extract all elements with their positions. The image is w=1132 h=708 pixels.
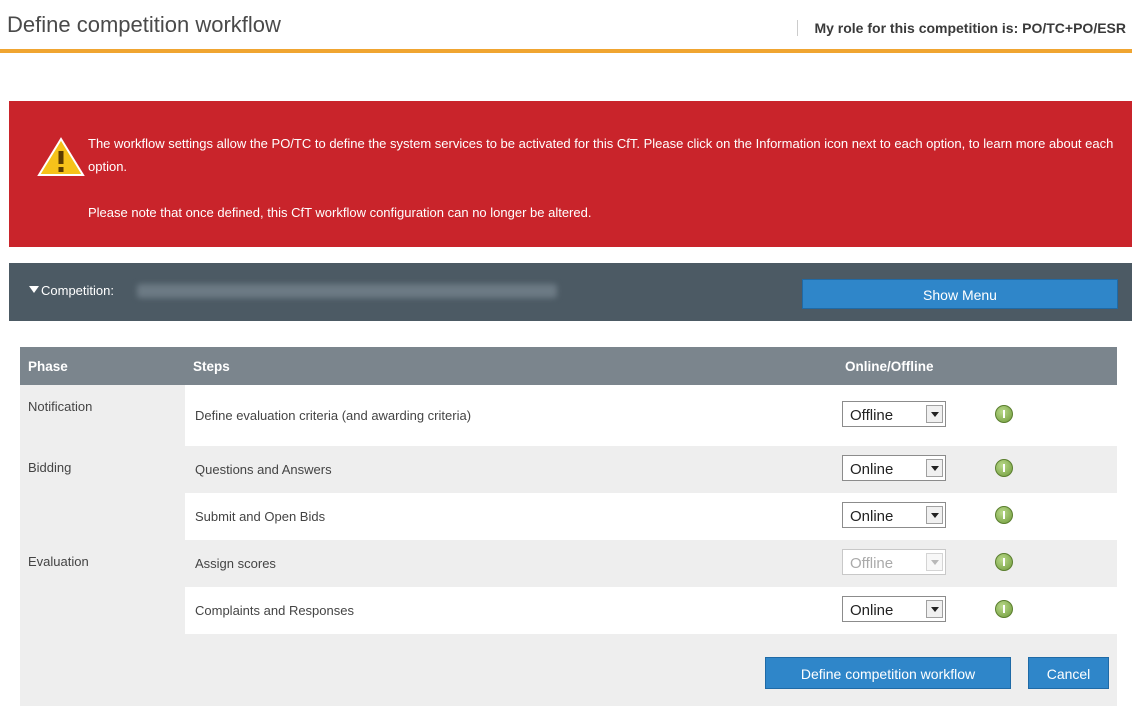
mode-select-value: Offline — [850, 407, 894, 424]
workflow-table: Phase Steps Online/Offline Notification … — [20, 347, 1117, 634]
title-divider — [0, 49, 1132, 53]
mode-cell: Offline — [837, 540, 985, 587]
workflow-alert: The workflow settings allow the PO/TC to… — [9, 101, 1132, 247]
info-cell — [985, 446, 1117, 493]
competition-label[interactable]: Competition: — [41, 283, 114, 298]
step-cell: Assign scores — [185, 540, 837, 587]
alert-note: Please note that once defined, this CfT … — [88, 205, 592, 220]
step-cell: Define evaluation criteria (and awarding… — [185, 385, 837, 446]
mode-cell: Online — [837, 587, 985, 634]
table-row: Complaints and Responses Online — [20, 587, 1117, 634]
mode-select[interactable]: Online — [842, 502, 946, 528]
competition-bar: Competition: Show Menu — [9, 263, 1132, 321]
define-workflow-button[interactable]: Define competition workflow — [765, 657, 1011, 689]
dropdown-arrow-icon[interactable] — [926, 600, 943, 618]
table-row: Evaluation Assign scores Offline — [20, 540, 1117, 634]
info-cell — [985, 587, 1117, 634]
dropdown-arrow-icon[interactable] — [926, 459, 943, 477]
caret-down-icon[interactable] — [29, 286, 39, 293]
step-cell: Complaints and Responses — [185, 587, 837, 634]
info-icon[interactable] — [995, 553, 1013, 571]
info-cell — [985, 385, 1117, 446]
column-header-online: Online/Offline — [837, 347, 1117, 385]
mode-select[interactable]: Online — [842, 455, 946, 481]
mode-select[interactable]: Online — [842, 596, 946, 622]
info-cell — [985, 540, 1117, 587]
mode-select-value: Offline — [850, 555, 894, 572]
info-icon[interactable] — [995, 600, 1013, 618]
warning-icon — [37, 137, 85, 176]
competition-name-redacted — [137, 284, 557, 298]
workflow-panel: Phase Steps Online/Offline Notification … — [20, 347, 1117, 706]
mode-cell: Online — [837, 446, 985, 493]
dropdown-arrow-icon — [926, 553, 943, 571]
table-header-row: Phase Steps Online/Offline — [20, 347, 1117, 385]
mode-select-value: Online — [850, 461, 894, 478]
mode-select-value: Online — [850, 508, 894, 525]
mode-select-disabled: Offline — [842, 549, 946, 575]
alert-message: The workflow settings allow the PO/TC to… — [88, 136, 1114, 174]
info-icon[interactable] — [995, 405, 1013, 423]
phase-cell: Evaluation — [20, 540, 185, 634]
column-header-steps: Steps — [185, 347, 837, 385]
page-title: Define competition workflow — [7, 12, 281, 37]
table-row: Bidding Questions and Answers Online — [20, 446, 1117, 540]
mode-select[interactable]: Offline — [842, 401, 946, 427]
table-row: Submit and Open Bids Online — [20, 493, 1117, 540]
info-icon[interactable] — [995, 459, 1013, 477]
dropdown-arrow-icon[interactable] — [926, 405, 943, 423]
phase-cell: Notification — [20, 385, 185, 446]
show-menu-button[interactable]: Show Menu — [802, 279, 1118, 309]
mode-cell: Online — [837, 493, 985, 540]
step-cell: Questions and Answers — [185, 446, 837, 493]
step-cell: Submit and Open Bids — [185, 493, 837, 540]
phase-cell: Bidding — [20, 446, 185, 540]
column-header-phase: Phase — [20, 347, 185, 385]
table-row: Notification Define evaluation criteria … — [20, 385, 1117, 446]
dropdown-arrow-icon[interactable] — [926, 506, 943, 524]
mode-select-value: Online — [850, 602, 894, 619]
cancel-button[interactable]: Cancel — [1028, 657, 1109, 689]
mode-cell: Offline — [837, 385, 985, 446]
info-cell — [985, 493, 1117, 540]
info-icon[interactable] — [995, 506, 1013, 524]
role-indicator: My role for this competition is: PO/TC+P… — [797, 20, 1126, 36]
